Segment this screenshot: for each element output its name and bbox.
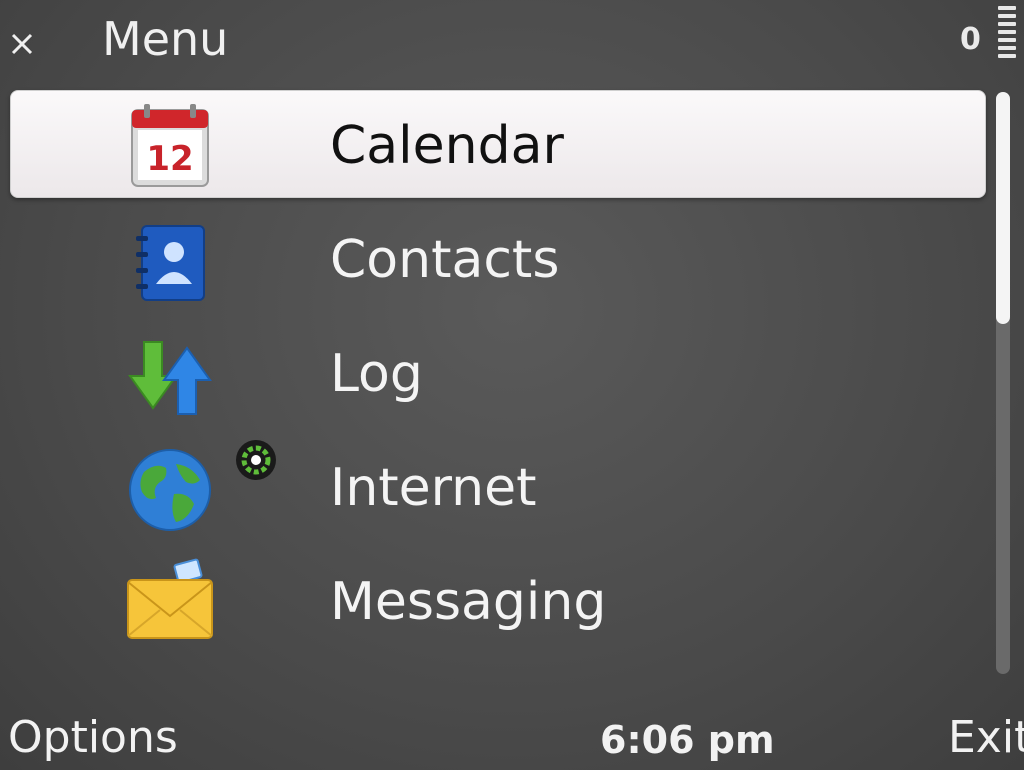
menu-item-label: Calendar: [330, 116, 564, 176]
menu-list: 12 Calendar Contacts Log Internet Messag…: [10, 90, 986, 660]
menu-item-calendar[interactable]: 12 Calendar: [10, 90, 986, 204]
menu-item-log[interactable]: Log: [10, 318, 985, 432]
menu-item-label: Contacts: [330, 230, 560, 290]
softkey-bar: Options 6:06 pm Exit: [0, 700, 1024, 770]
menu-item-internet[interactable]: Internet: [10, 432, 985, 546]
signal-strength-icon: [998, 6, 1016, 68]
scrollbar[interactable]: [996, 92, 1010, 674]
globe-icon: [129, 449, 211, 531]
top-bar: Menu 0: [0, 0, 1024, 86]
loading-icon: [236, 440, 276, 480]
close-icon[interactable]: [8, 28, 36, 56]
calendar-badge: 12: [146, 139, 193, 179]
menu-item-messaging[interactable]: Messaging: [10, 546, 985, 660]
menu-item-label: Messaging: [330, 572, 607, 632]
options-button[interactable]: Options: [8, 712, 178, 763]
menu-item-contacts[interactable]: Contacts: [10, 204, 985, 318]
envelope-icon: [127, 558, 213, 639]
exit-button[interactable]: Exit: [948, 712, 1024, 763]
calendar-icon: 12: [131, 104, 209, 187]
menu-item-label: Log: [330, 344, 423, 404]
menu-item-label: Internet: [330, 458, 537, 518]
page-title: Menu: [102, 12, 229, 66]
scrollbar-thumb[interactable]: [996, 92, 1010, 324]
signal-count: 0: [960, 22, 981, 57]
contacts-icon: [136, 225, 205, 301]
log-icon: [128, 341, 212, 415]
clock: 6:06 pm: [600, 718, 775, 762]
